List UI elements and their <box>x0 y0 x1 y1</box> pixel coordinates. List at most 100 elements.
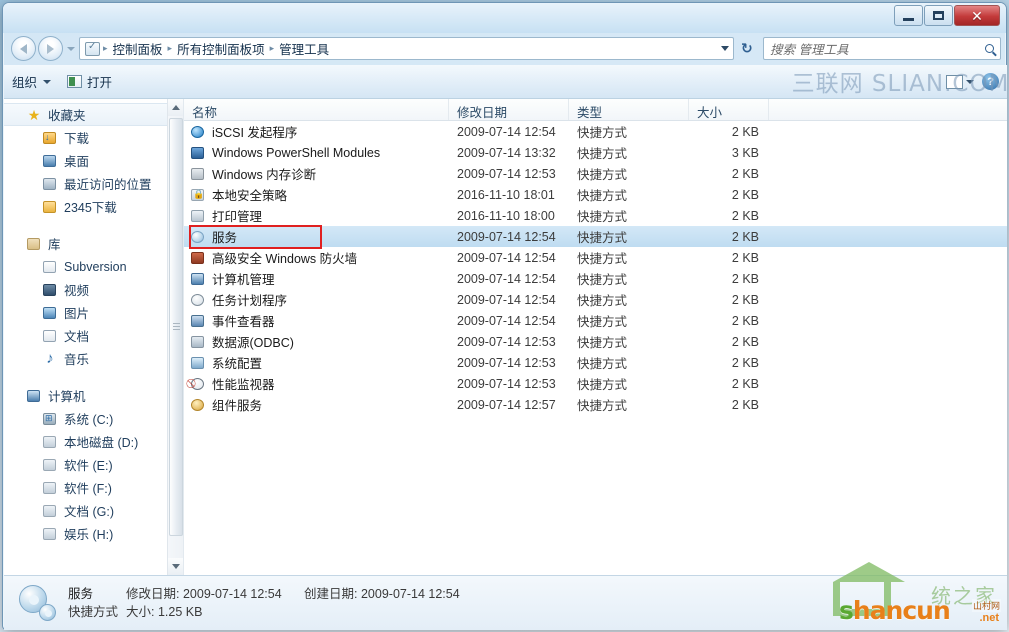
sidebar-scrollbar[interactable] <box>167 99 183 575</box>
clock-icon <box>190 292 206 308</box>
sidebar-item-label: 音乐 <box>64 353 90 367</box>
scrollbar-grip-icon <box>173 323 180 331</box>
scrollbar-thumb[interactable] <box>169 118 183 536</box>
file-name-cell: 服务 <box>184 227 449 246</box>
sidebar-group-0[interactable]: ★ 收藏夹 <box>4 103 183 126</box>
sidebar-item-1-3[interactable]: 文档 <box>4 324 183 347</box>
table-row[interactable]: 打印管理 2016-11-10 18:00 快捷方式 2 KB <box>184 205 1007 226</box>
navigation-pane[interactable]: ★ 收藏夹 ↓ 下载 桌面 最近访问的位置 2345下载库 Subversion 视频 图片 文档 ♪… <box>4 99 184 575</box>
file-size-cell: 2 KB <box>731 355 759 370</box>
table-row[interactable]: 服务 2009-07-14 12:54 快捷方式 2 KB <box>184 226 1007 247</box>
sidebar-item-1-0[interactable]: Subversion <box>4 255 183 278</box>
sidebar-item-1-1[interactable]: 视频 <box>4 278 183 301</box>
table-row[interactable]: 系统配置 2009-07-14 12:53 快捷方式 2 KB <box>184 352 1007 373</box>
nav-group-gap <box>4 370 183 384</box>
details-text: 服务 修改日期: 2009-07-14 12:54 创建日期: 2009-07-… <box>68 585 460 621</box>
file-size-cell: 2 KB <box>731 229 759 244</box>
refresh-button[interactable]: ↻ <box>741 40 753 57</box>
file-type-cell: 快捷方式 <box>577 252 628 266</box>
file-name-label: 服务 <box>212 231 238 245</box>
open-button[interactable]: 打开 <box>59 69 120 94</box>
file-type-cell: 快捷方式 <box>577 399 628 413</box>
window-titlebar[interactable]: ✕ <box>3 3 1006 33</box>
table-row[interactable]: 计算机管理 2009-07-14 12:54 快捷方式 2 KB <box>184 268 1007 289</box>
file-size-cell: 2 KB <box>731 124 759 139</box>
file-size-cell: 3 KB <box>731 145 759 160</box>
column-header-2[interactable]: 类型 <box>569 99 689 120</box>
file-date-cell: 2009-07-14 12:53 <box>457 376 556 391</box>
search-input[interactable]: 搜索 管理工具 <box>763 37 1001 60</box>
sidebar-item-2-3[interactable]: 软件 (F:) <box>4 476 183 499</box>
sidebar-item-2-2[interactable]: 软件 (E:) <box>4 453 183 476</box>
column-header-3[interactable]: 大小 <box>689 99 769 120</box>
event-viewer-icon <box>190 313 206 329</box>
document-icon <box>42 259 58 275</box>
maximize-button[interactable] <box>924 5 953 26</box>
firewall-icon <box>190 250 206 266</box>
music-icon: ♪ <box>46 349 54 367</box>
file-size-cell: 2 KB <box>731 397 759 412</box>
table-row[interactable]: 高级安全 Windows 防火墙 2009-07-14 12:54 快捷方式 2 KB <box>184 247 1007 268</box>
sidebar-group-1[interactable]: 库 <box>4 232 183 255</box>
sidebar-item-1-2[interactable]: 图片 <box>4 301 183 324</box>
details-pane: 服务 修改日期: 2009-07-14 12:54 创建日期: 2009-07-… <box>4 562 1007 630</box>
help-icon[interactable]: ? <box>982 73 999 90</box>
table-row[interactable]: 🔒 本地安全策略 2016-11-10 18:01 快捷方式 2 KB <box>184 184 1007 205</box>
table-row[interactable]: 任务计划程序 2009-07-14 12:54 快捷方式 2 KB <box>184 289 1007 310</box>
sidebar-item-2-1[interactable]: 本地磁盘 (D:) <box>4 430 183 453</box>
change-view-icon[interactable] <box>946 74 963 89</box>
view-chevron-down-icon[interactable] <box>966 79 974 84</box>
details-type: 快捷方式 <box>68 605 119 619</box>
sidebar-item-2-4[interactable]: 文档 (G:) <box>4 499 183 522</box>
file-date-cell: 2009-07-14 12:53 <box>457 334 556 349</box>
sidebar-group-label: 计算机 <box>48 390 86 404</box>
file-date-cell: 2016-11-10 18:01 <box>457 187 555 202</box>
services-gear-icon <box>18 583 58 623</box>
system-config-icon <box>190 355 206 371</box>
minimize-button[interactable] <box>894 5 923 26</box>
sidebar-item-label: 文档 (G:) <box>64 505 114 519</box>
recent-pages-dropdown-icon[interactable] <box>67 46 75 51</box>
desktop-icon <box>42 153 58 169</box>
sidebar-item-0-2[interactable]: 最近访问的位置 <box>4 172 183 195</box>
sidebar-item-1-4[interactable]: ♪ 音乐 <box>4 347 183 370</box>
scroll-up-button[interactable] <box>168 99 183 116</box>
sidebar-item-0-1[interactable]: 桌面 <box>4 149 183 172</box>
column-header-1[interactable]: 修改日期 <box>449 99 569 120</box>
breadcrumb-item-all-items[interactable]: 所有控制面板项 <box>173 38 269 59</box>
table-row[interactable]: Windows 内存诊断 2009-07-14 12:53 快捷方式 2 KB <box>184 163 1007 184</box>
table-row[interactable]: Windows PowerShell Modules 2009-07-14 13:… <box>184 142 1007 163</box>
file-rows: iSCSI 发起程序 2009-07-14 12:54 快捷方式 2 KB Window… <box>184 121 1007 415</box>
sidebar-item-2-5[interactable]: 娱乐 (H:) <box>4 522 183 545</box>
file-name-cell: 组件服务 <box>184 395 449 414</box>
breadcrumb-dropdown-icon[interactable] <box>721 46 729 51</box>
scroll-down-button[interactable] <box>168 558 183 575</box>
table-row[interactable]: 组件服务 2009-07-14 12:57 快捷方式 2 KB <box>184 394 1007 415</box>
forward-button[interactable] <box>38 36 63 61</box>
sidebar-item-2-0[interactable]: ⊞ 系统 (C:) <box>4 407 183 430</box>
drive-icon <box>42 526 58 542</box>
sidebar-group-2[interactable]: 计算机 <box>4 384 183 407</box>
breadcrumb-item-admin-tools[interactable]: 管理工具 <box>275 38 333 59</box>
sidebar-item-label: Subversion <box>64 259 127 274</box>
column-header-0[interactable]: 名称 <box>184 99 449 120</box>
file-list-pane[interactable]: 名称 修改日期 类型 大小 iSCSI 发起程序 2009-07-14 12:54 快捷方… <box>184 99 1007 575</box>
table-row[interactable]: 事件查看器 2009-07-14 12:54 快捷方式 2 KB <box>184 310 1007 331</box>
sidebar-item-label: 本地磁盘 (D:) <box>64 436 139 450</box>
maximize-icon <box>933 11 944 20</box>
open-icon <box>67 75 83 88</box>
breadcrumb[interactable]: ▸ 控制面板 ▸ 所有控制面板项 ▸ 管理工具 <box>79 37 734 60</box>
file-name-label: 组件服务 <box>212 399 263 413</box>
sidebar-item-0-0[interactable]: ↓ 下载 <box>4 126 183 149</box>
close-button[interactable]: ✕ <box>954 5 1000 26</box>
table-row[interactable]: iSCSI 发起程序 2009-07-14 12:54 快捷方式 2 KB <box>184 121 1007 142</box>
table-row[interactable]: 数据源(ODBC) 2009-07-14 12:53 快捷方式 2 KB <box>184 331 1007 352</box>
table-row[interactable]: ⃠ 性能监视器 2009-07-14 12:53 快捷方式 2 KB <box>184 373 1007 394</box>
sidebar-item-label: 软件 (E:) <box>64 459 113 473</box>
breadcrumb-item-control-panel[interactable]: 控制面板 <box>109 38 167 59</box>
sidebar-item-0-3[interactable]: 2345下载 <box>4 195 183 218</box>
organize-button[interactable]: 组织 <box>4 69 59 94</box>
command-toolbar: 组织 打开 ? <box>4 65 1007 99</box>
file-type-cell: 快捷方式 <box>577 126 628 140</box>
back-button[interactable] <box>11 36 36 61</box>
